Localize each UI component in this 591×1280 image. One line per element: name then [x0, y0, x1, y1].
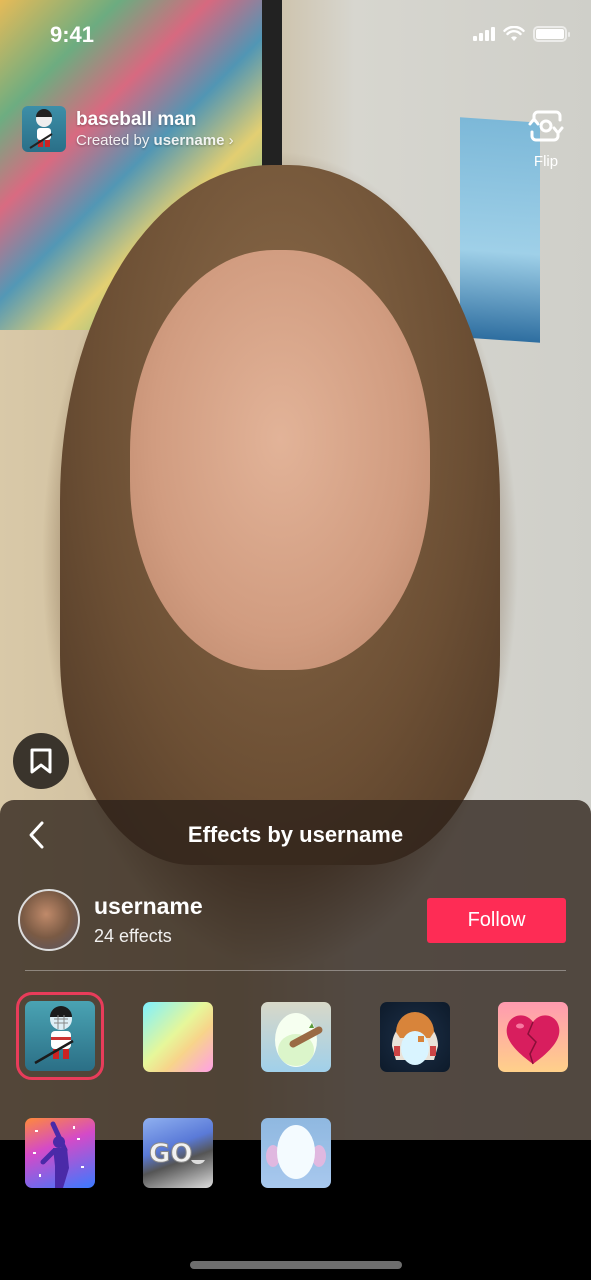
wifi-icon: [503, 26, 525, 41]
signal-icon: [473, 27, 495, 41]
back-button[interactable]: [24, 820, 54, 850]
dancer-icon: [33, 1121, 84, 1188]
bookmark-button[interactable]: [13, 733, 69, 789]
divider: [25, 970, 566, 971]
effect-tile-gradient[interactable]: [143, 1002, 213, 1072]
effect-tile-broken-heart[interactable]: [498, 1002, 568, 1072]
created-by-label: Created by: [76, 132, 154, 149]
go-bell-icon: GO: [149, 1139, 205, 1170]
person-face: [130, 250, 430, 670]
egg-bat-icon: [275, 1013, 323, 1067]
astronaut-icon: [392, 1012, 438, 1065]
effect-creator-link[interactable]: Created by username ›: [76, 132, 234, 149]
effects-panel: Effects by username username 24 effects …: [0, 800, 591, 1140]
effect-name: baseball man: [76, 109, 197, 130]
panel-title: Effects by username: [187, 822, 404, 847]
creator-username: username: [153, 132, 225, 149]
effect-tile-egg-bat[interactable]: [261, 1002, 331, 1072]
creator-name: username: [94, 893, 203, 919]
effect-thumbnail: [22, 106, 66, 152]
flip-camera-icon: [528, 110, 564, 142]
status-icons: [473, 26, 570, 42]
effect-tile-ears-face[interactable]: [261, 1118, 331, 1188]
effect-tile-go-bell[interactable]: GO: [143, 1118, 213, 1188]
status-time: 9:41: [50, 22, 95, 47]
home-indicator[interactable]: [190, 1261, 402, 1269]
effect-tile-astronaut[interactable]: [380, 1002, 450, 1072]
effects-count: 24 effects: [94, 926, 172, 946]
poster-frame: [262, 0, 282, 170]
bookmark-icon: [30, 748, 52, 774]
avatar[interactable]: [18, 889, 80, 951]
panel-header: Effects by username: [0, 800, 591, 870]
creator-profile[interactable]: username 24 effects: [18, 889, 203, 951]
effect-tile-dancer[interactable]: [25, 1118, 95, 1188]
svg-text:GO: GO: [149, 1139, 192, 1169]
follow-button[interactable]: Follow: [427, 898, 566, 943]
chevron-left-icon: [29, 821, 44, 849]
flip-label: Flip: [533, 153, 559, 170]
battery-icon: [533, 26, 570, 42]
hockey-player-icon: [34, 1006, 74, 1065]
effect-tile-hockey-player[interactable]: [16, 992, 104, 1080]
chevron-right-icon: ›: [228, 132, 234, 149]
flip-button[interactable]: Flip: [519, 106, 573, 170]
broken-heart-icon: [506, 1015, 560, 1065]
effect-header[interactable]: baseball man Created by username ›: [22, 106, 234, 152]
ears-face-icon: [266, 1125, 326, 1179]
